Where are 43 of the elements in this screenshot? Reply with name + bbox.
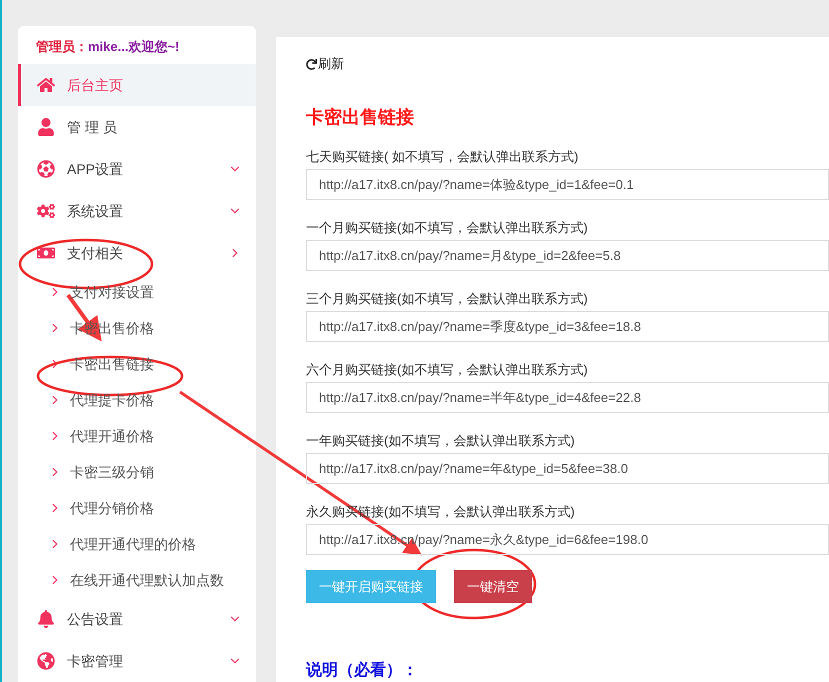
submenu-item[interactable]: 代理开通价格 [18,418,256,454]
link-field[interactable]: http://a17.itx8.cn/pay/?name=月&type_id=2&fee=5.8 [306,240,829,271]
gears-icon [37,202,55,220]
menu-item[interactable]: 卡密管理 [18,640,256,682]
submenu-item[interactable]: 代理提卡价格 [18,382,256,418]
refresh-icon [306,58,317,70]
submenu-item[interactable]: 卡密出售链接 [18,346,256,382]
globe-icon [37,652,55,670]
link-field[interactable]: http://a17.itx8.cn/pay/?name=半年&type_id=4&fee=22.8 [306,382,829,413]
home-icon [37,76,55,94]
field-label: 一个月购买链接(如不填写，会默认弹出联系方式) [306,219,588,237]
greeting-user: mike...欢迎您~! [88,38,180,56]
menu-label: 支付相关 [67,244,124,262]
menu-label: 系统设置 [67,202,124,220]
page-title: 卡密出售链接 [306,106,414,129]
menu-item[interactable]: APP设置 [18,148,256,190]
menu-label: 管 理 员 [67,118,118,136]
field-label: 三个月购买链接(如不填写，会默认弹出联系方式) [306,290,588,308]
menu-item[interactable]: 系统设置 [18,190,256,232]
bell-icon [37,610,55,628]
link-field[interactable]: http://a17.itx8.cn/pay/?name=体验&type_id=1&fee=0.1 [306,169,829,200]
menu-item[interactable]: 管 理 员 [18,106,256,148]
submenu-item[interactable]: 代理开通代理的价格 [18,526,256,562]
submenu-item[interactable]: 在线开通代理默认加点数 [18,562,256,598]
greeting-role: 管理员： [36,38,88,56]
menu-item[interactable]: 支付相关 [18,232,256,274]
submenu-item[interactable]: 代理分销价格 [18,490,256,526]
menu-label: 公告设置 [67,610,124,628]
field-label: 一年购买链接(如不填写，会默认弹出联系方式) [306,432,575,450]
menu-item[interactable]: 后台主页 [18,64,256,106]
field-label: 七天购买链接( 如不填写，会默认弹出联系方式) [306,148,578,166]
submenu-item[interactable]: 卡密三级分销 [18,454,256,490]
field-label: 六个月购买链接(如不填写，会默认弹出联系方式) [306,361,588,379]
menu-label: APP设置 [67,160,124,178]
menu-label: 卡密管理 [67,652,124,670]
refresh-link[interactable]: 刷新 [306,55,344,73]
user-icon [37,118,55,136]
link-field[interactable]: http://a17.itx8.cn/pay/?name=年&type_id=5&fee=38.0 [306,453,829,484]
action-button[interactable]: 一键清空 [454,570,532,603]
link-field[interactable]: http://a17.itx8.cn/pay/?name=季度&type_id=3&fee=18.8 [306,311,829,342]
menu-item[interactable]: 公告设置 [18,598,256,640]
menu-label: 后台主页 [67,76,124,94]
note-heading: 说明（必看）： [306,660,418,681]
